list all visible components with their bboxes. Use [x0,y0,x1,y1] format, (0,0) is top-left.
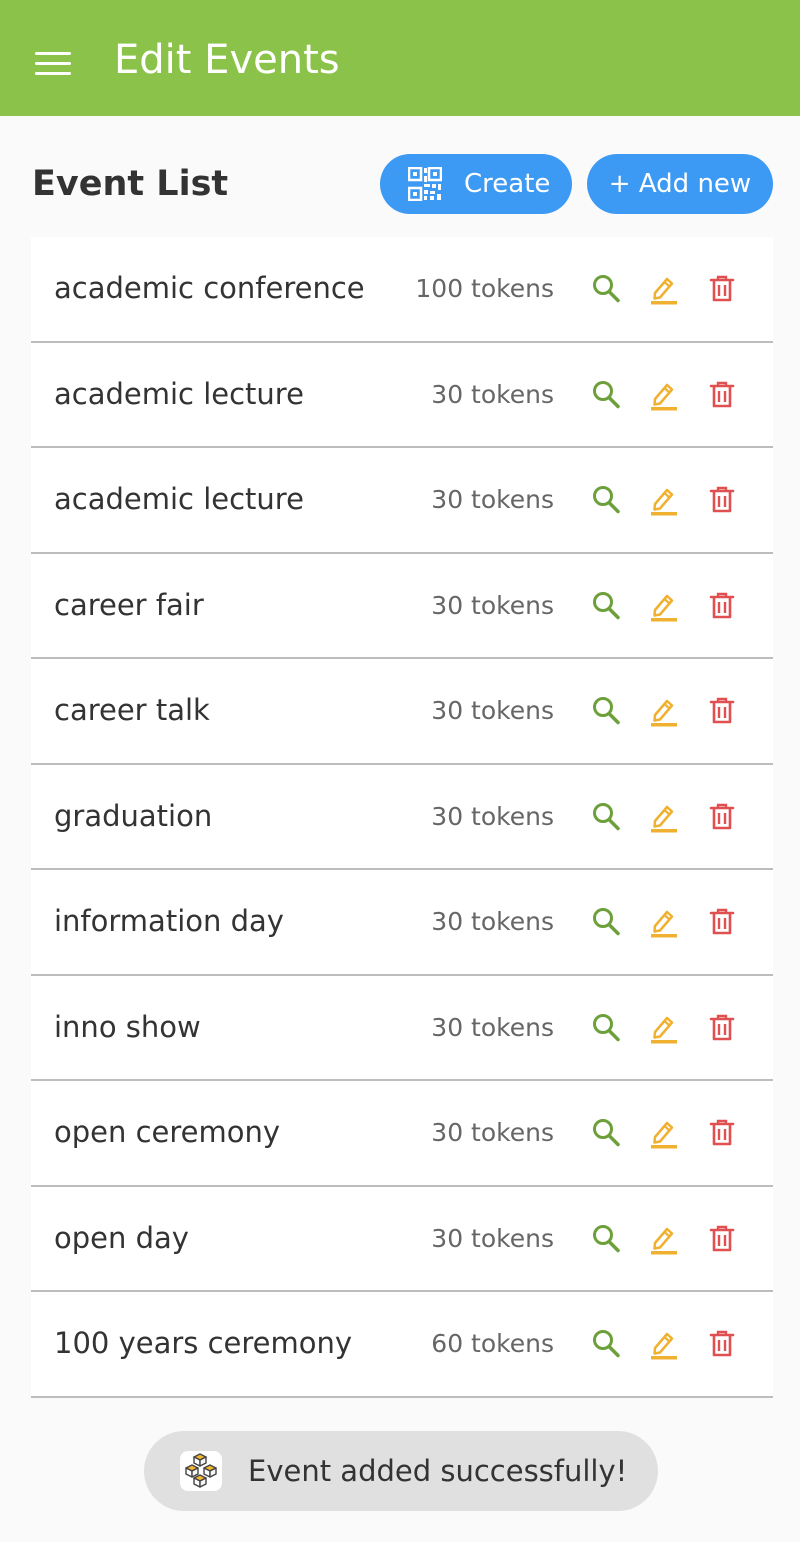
event-list-title: Event List [32,164,229,204]
event-name: inno show [54,1009,201,1044]
search-icon[interactable] [590,801,622,833]
event-tokens: 100 tokens [415,274,554,303]
trash-icon[interactable] [706,590,738,622]
event-name: academic lecture [54,376,304,411]
trash-icon[interactable] [706,379,738,411]
event-name: open ceremony [54,1115,281,1149]
qr-code-icon [408,167,442,201]
trash-icon[interactable] [706,801,738,833]
event-name: open day [54,1220,189,1255]
edit-icon[interactable] [648,379,680,411]
toast: Event added successfully! [144,1431,658,1511]
trash-icon[interactable] [706,1328,738,1360]
event-tokens: 30 tokens [431,1118,554,1147]
menu-icon[interactable] [35,52,71,78]
event-name: career fair [54,587,204,622]
trash-icon[interactable] [706,1012,738,1044]
trash-icon[interactable] [706,1117,738,1149]
event-row: academic conference 100 tokens [31,237,773,343]
event-name: graduation [54,798,213,833]
event-name: career talk [54,693,210,727]
event-name: information day [54,904,284,938]
event-name: academic conference [54,271,365,305]
search-icon[interactable] [590,1117,622,1149]
event-tokens: 30 tokens [431,696,554,725]
search-icon[interactable] [590,1012,622,1044]
event-tokens: 30 tokens [431,1223,554,1253]
edit-icon[interactable] [648,273,680,305]
app-bar-title: Edit Events [114,37,340,83]
edit-icon[interactable] [648,1328,680,1360]
event-name: 100 years ceremony [54,1326,353,1360]
event-row: academic lecture 30 tokens [31,448,773,554]
toast-message: Event added successfully! [248,1454,628,1488]
search-icon[interactable] [590,484,622,516]
event-row: open day 30 tokens [31,1186,773,1292]
search-icon[interactable] [590,379,622,411]
event-tokens: 30 tokens [431,485,554,514]
edit-icon[interactable] [648,590,680,622]
search-icon[interactable] [590,906,622,938]
event-row: open ceremony 30 tokens [31,1081,773,1187]
trash-icon[interactable] [706,273,738,305]
trash-icon[interactable] [706,484,738,516]
edit-icon[interactable] [648,695,680,727]
event-tokens: 60 tokens [431,1329,554,1358]
event-row: career talk 30 tokens [31,659,773,765]
event-row: graduation 30 tokens [31,764,773,870]
search-icon[interactable] [590,1223,622,1255]
search-icon[interactable] [590,695,622,727]
edit-icon[interactable] [648,906,680,938]
add-new-button[interactable]: + Add new [587,154,773,214]
event-tokens: 30 tokens [431,1012,554,1042]
edit-icon[interactable] [648,1012,680,1044]
event-tokens: 30 tokens [431,801,554,831]
app-bar: Edit Events [0,0,800,116]
event-name: academic lecture [54,482,304,516]
edit-icon[interactable] [648,1223,680,1255]
event-list: academic conference 100 tokens academic … [31,237,773,1398]
event-tokens: 30 tokens [431,379,554,409]
edit-icon[interactable] [648,1117,680,1149]
edit-icon[interactable] [648,484,680,516]
search-icon[interactable] [590,1328,622,1360]
event-row: inno show 30 tokens [31,975,773,1081]
app-logo-icon [180,1451,222,1491]
event-tokens: 30 tokens [431,907,554,936]
search-icon[interactable] [590,273,622,305]
create-button[interactable]: Create [380,154,572,214]
create-button-label: Create [464,169,551,199]
event-tokens: 30 tokens [431,590,554,620]
search-icon[interactable] [590,590,622,622]
event-row: career fair 30 tokens [31,553,773,659]
event-row: information day 30 tokens [31,870,773,976]
event-row: academic lecture 30 tokens [31,342,773,448]
trash-icon[interactable] [706,695,738,727]
trash-icon[interactable] [706,1223,738,1255]
trash-icon[interactable] [706,906,738,938]
edit-icon[interactable] [648,801,680,833]
event-row: 100 years ceremony 60 tokens [31,1292,773,1398]
